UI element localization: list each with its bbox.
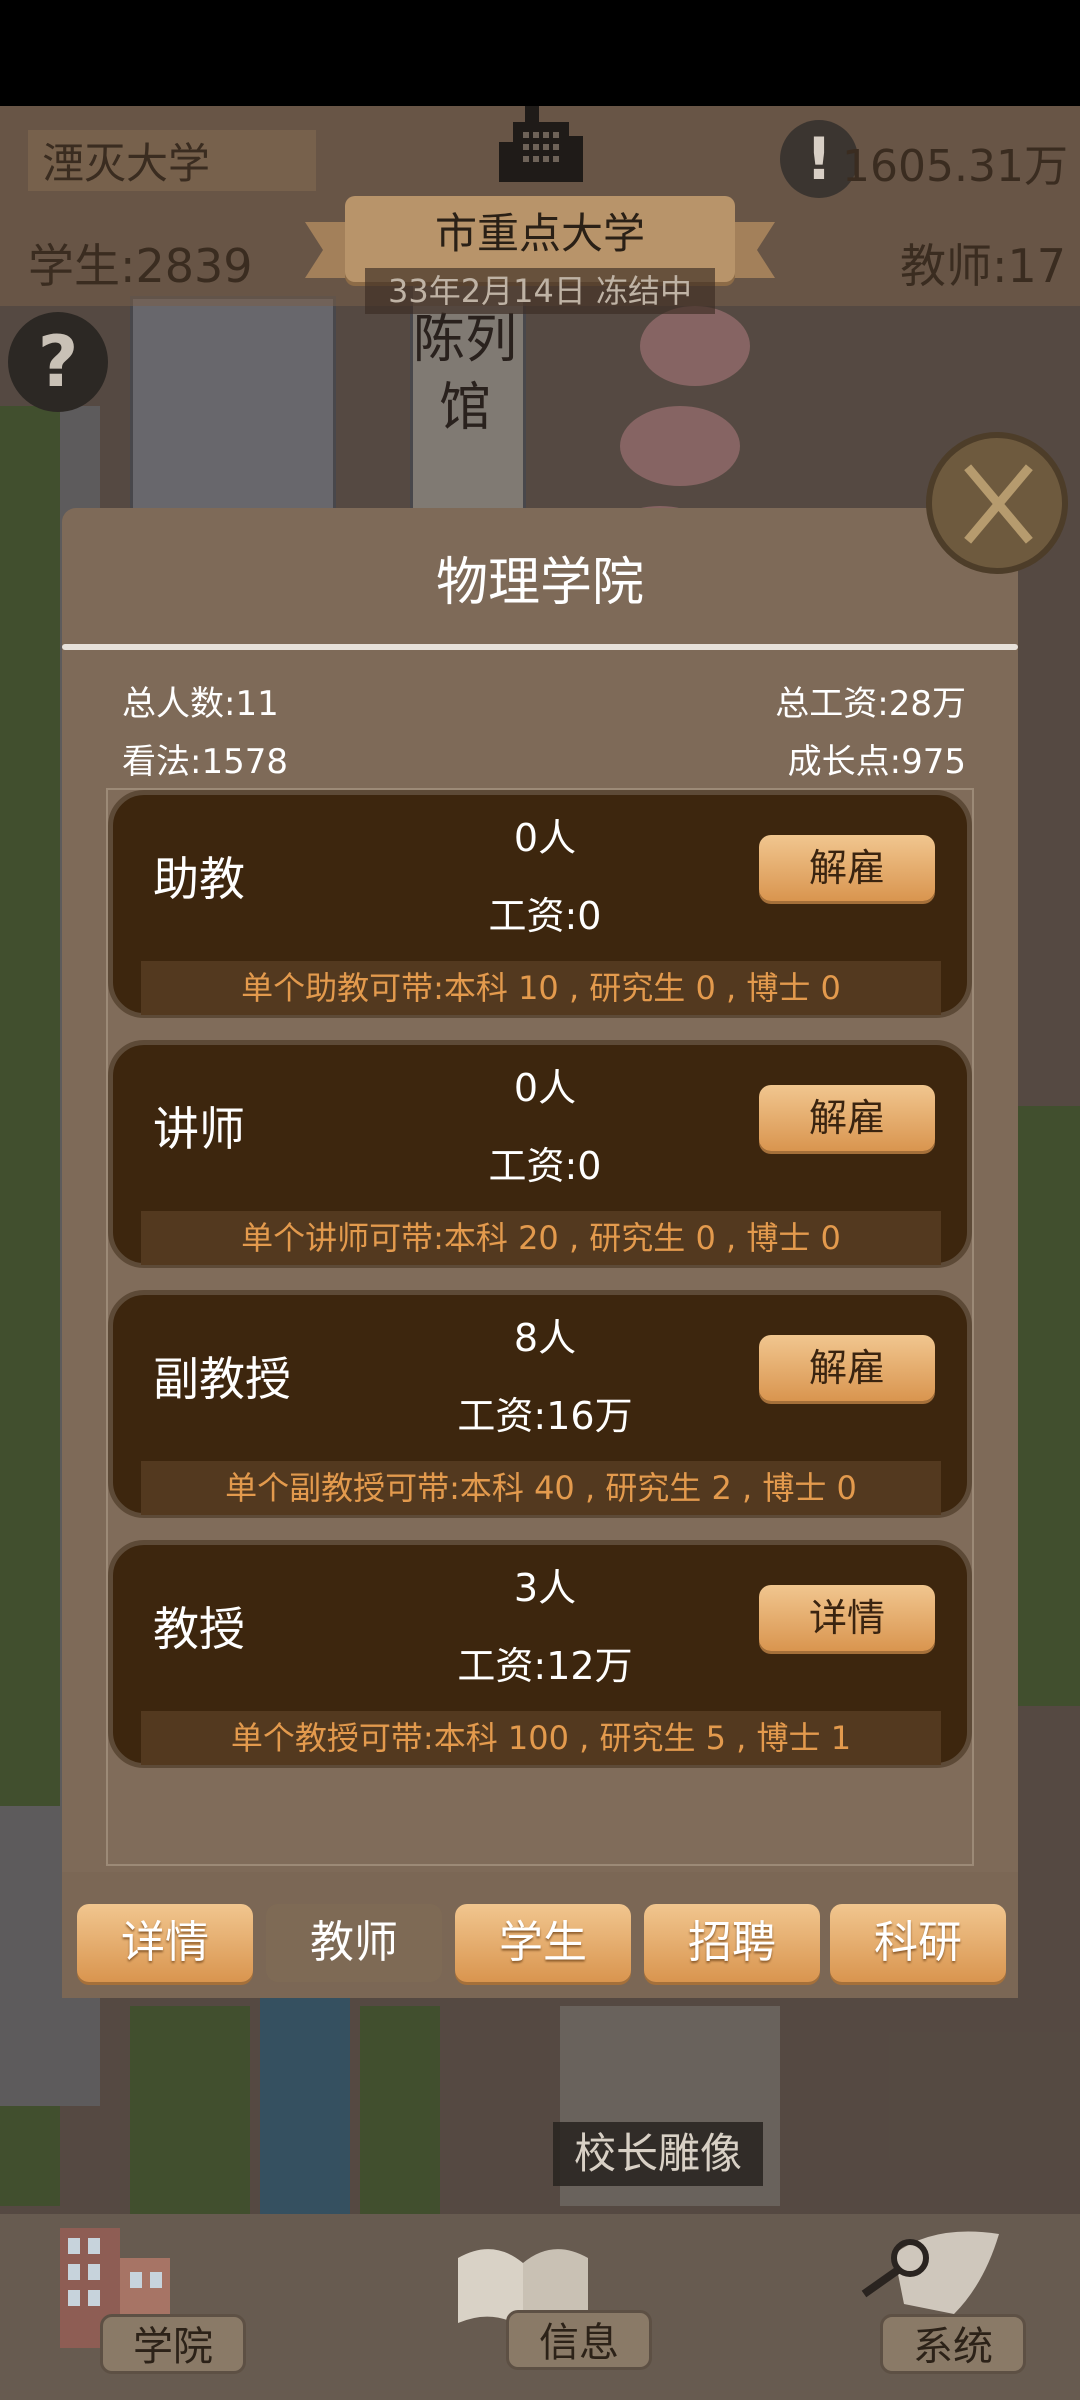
school-name: 湮灭大学 (28, 130, 316, 191)
growth-points: 成长点:975 (787, 742, 966, 782)
staff-card-teaching-assistant: 助教 0人 工资:0 解雇 单个助教可带:本科 10 , 研究生 0 , 博士 … (108, 790, 972, 1018)
help-icon[interactable]: ? (8, 312, 108, 412)
title-divider (62, 644, 1018, 650)
details-button[interactable]: 详情 (759, 1585, 935, 1651)
tab-details[interactable]: 详情 (77, 1904, 253, 1982)
money-display: 1605.31万 (842, 141, 1068, 192)
staff-card-lecturer: 讲师 0人 工资:0 解雇 单个讲师可带:本科 20 , 研究生 0 , 博士 … (108, 1040, 972, 1268)
capacity-text: 单个教授可带:本科 100 , 研究生 5 , 博士 1 (141, 1711, 941, 1765)
panel-title: 物理学院 (435, 553, 644, 613)
nav-college[interactable]: 学院 (100, 2314, 246, 2374)
statue-label[interactable]: 校长雕像 (553, 2122, 763, 2186)
fire-button[interactable]: 解雇 (759, 1085, 935, 1151)
capacity-text: 单个副教授可带:本科 40 , 研究生 2 , 博士 0 (141, 1461, 941, 1515)
tab-students[interactable]: 学生 (455, 1904, 631, 1982)
capacity-text: 单个助教可带:本科 10 , 研究生 0 , 博士 0 (141, 961, 941, 1015)
teacher-count: 教师:17 (900, 239, 1067, 293)
total-people: 总人数:11 (122, 684, 279, 724)
total-salary: 总工资:28万 (775, 684, 966, 724)
nav-system[interactable]: 系统 (880, 2314, 1026, 2374)
opinion: 看法:1578 (122, 742, 288, 782)
staff-card-associate-professor: 副教授 8人 工资:16万 解雇 单个副教授可带:本科 40 , 研究生 2 ,… (108, 1290, 972, 1518)
tab-research[interactable]: 科研 (830, 1904, 1006, 1982)
building-icon (499, 106, 583, 182)
capacity-text: 单个讲师可带:本科 20 , 研究生 0 , 博士 0 (141, 1211, 941, 1265)
fire-button[interactable]: 解雇 (759, 1335, 935, 1401)
fire-button[interactable]: 解雇 (759, 835, 935, 901)
nav-info[interactable]: 信息 (506, 2310, 652, 2370)
student-count: 学生:2839 (28, 239, 253, 293)
staff-card-professor: 教授 3人 工资:12万 详情 单个教授可带:本科 100 , 研究生 5 , … (108, 1540, 972, 1768)
close-button[interactable] (926, 432, 1068, 574)
date-status: 33年2月14日 冻结中 (365, 268, 715, 314)
tab-recruit[interactable]: 招聘 (644, 1904, 820, 1982)
school-rank: 市重点大学 (434, 209, 645, 258)
tab-teachers[interactable]: 教师 (266, 1904, 442, 1982)
